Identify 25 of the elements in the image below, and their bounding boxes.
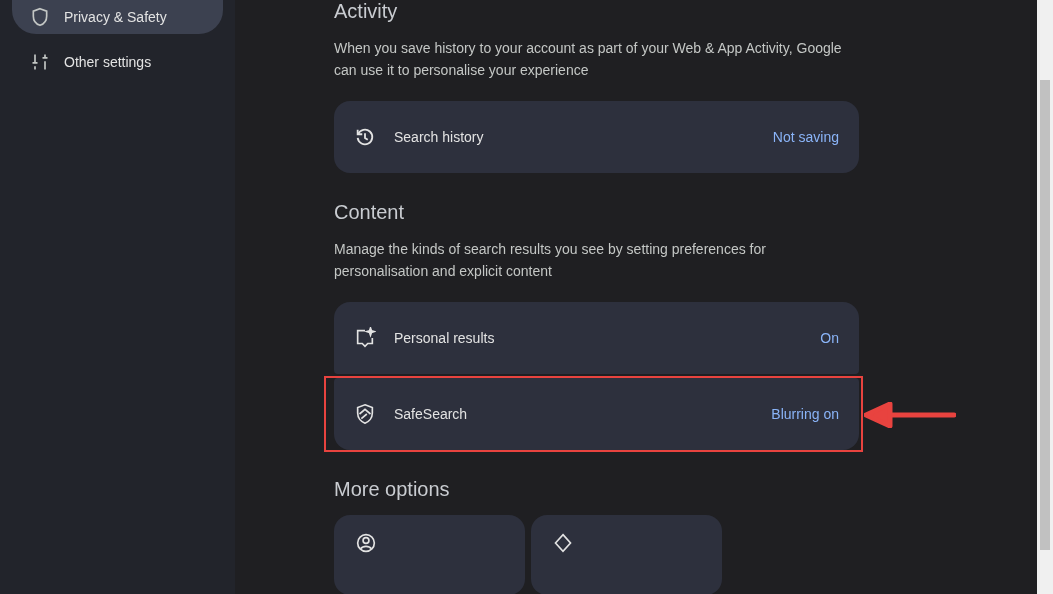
section-description: Manage the kinds of search results you see by setting preferences for personalisation and explicit content	[334, 240, 767, 281]
sidebar-item[interactable]: Other settings	[12, 42, 223, 82]
section-description: When you save history to your account as part of your Web & App Activity, Google can use it to personalise your experience	[334, 39, 843, 80]
option-card[interactable]	[334, 515, 525, 594]
settings-row[interactable]: Search history Not saving	[334, 101, 859, 173]
shield-icon	[354, 403, 376, 425]
row-value: On	[820, 330, 839, 346]
option-card[interactable]	[531, 515, 722, 594]
row-label: Personal results	[394, 330, 496, 346]
sliders-icon	[30, 52, 50, 72]
scrollbar[interactable]	[1037, 0, 1053, 594]
diamond-icon	[553, 533, 573, 553]
sparkle-chat-icon	[354, 327, 376, 349]
row-label: SafeSearch	[394, 406, 469, 422]
sidebar-item[interactable]: Privacy & Safety	[12, 0, 223, 34]
row-value: Blurring on	[771, 406, 839, 422]
history-icon	[354, 126, 376, 148]
section-heading: Activity	[334, 0, 399, 23]
section-heading: More options	[334, 478, 451, 501]
shield-icon	[30, 7, 50, 27]
account-icon	[356, 533, 376, 553]
settings-row[interactable]: Personal results On	[334, 302, 859, 374]
row-value: Not saving	[772, 129, 839, 145]
section-heading: Content	[334, 201, 406, 224]
row-label: Search history	[394, 129, 485, 145]
